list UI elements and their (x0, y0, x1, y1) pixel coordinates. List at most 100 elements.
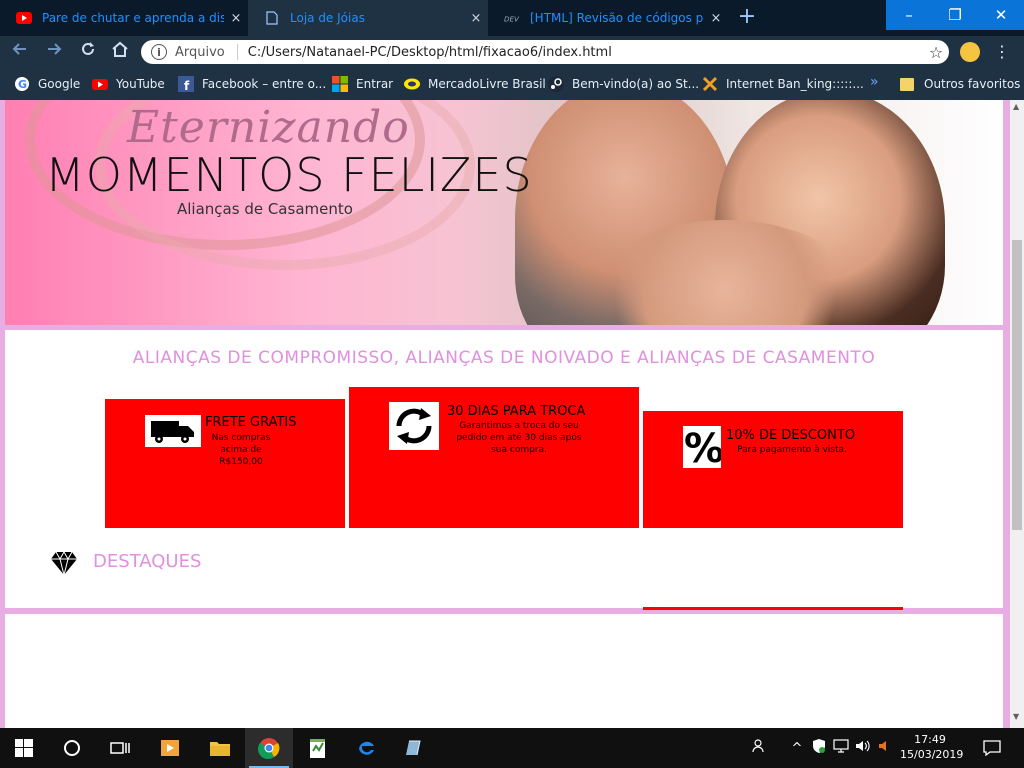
card-title: FRETE GRATIS (205, 415, 297, 430)
bookmark-entrar[interactable]: Entrar (332, 76, 393, 92)
reload-icon (82, 42, 94, 55)
svg-text:f: f (184, 79, 190, 92)
volume-muted-icon[interactable] (874, 739, 896, 757)
percent-icon: % (683, 426, 724, 472)
info-icon[interactable]: i (151, 44, 167, 60)
features-section: ALIANÇAS DE COMPROMISSO, ALIANÇAS DE NOI… (5, 330, 1003, 608)
svg-text:DEV: DEV (504, 15, 520, 23)
tab-close-button[interactable]: × (464, 11, 488, 26)
file-explorer-icon (210, 742, 230, 756)
taskbar-app-media[interactable] (146, 728, 194, 768)
forward-button[interactable] (42, 40, 66, 64)
tab-title: Loja de Jóias (290, 11, 365, 25)
tab-html-revisao[interactable]: DEV [HTML] Revisão de códigos para × (488, 0, 728, 36)
bookmark-label: MercadoLivre Brasil (428, 77, 546, 91)
bookmark-label: Facebook – entre o... (202, 77, 327, 91)
toolbar: i Arquivo C:/Users/Natanael-PC/Desktop/h… (0, 36, 1024, 68)
arrow-left-icon (12, 43, 26, 55)
address-bar[interactable]: i Arquivo C:/Users/Natanael-PC/Desktop/h… (141, 40, 949, 64)
tab-title: Pare de chutar e aprenda a displa (42, 11, 224, 25)
card-description: Garantimos a troca do seu pedido em até … (456, 421, 582, 455)
diamond-icon (49, 548, 79, 578)
bookmark-mercadolivre[interactable]: MercadoLivre Brasil (404, 76, 546, 92)
card-description: Para pagamento à vista. (737, 445, 847, 455)
restore-button[interactable]: ❐ (932, 0, 978, 30)
youtube-icon (16, 11, 32, 25)
facebook-icon: f (178, 76, 194, 93)
network-icon[interactable] (830, 739, 852, 757)
feature-card-frete: FRETE GRATIS Nas compras acima de R$150,… (105, 399, 345, 528)
section-title-destaques: DESTAQUES (93, 551, 202, 572)
notifications-button[interactable] (968, 728, 1016, 768)
notification-icon (983, 740, 1001, 756)
menu-icon[interactable]: ⋮ (994, 42, 1010, 62)
bookmark-youtube[interactable]: YouTube (92, 76, 165, 92)
logo-title: MOMENTOS FELIZES (45, 148, 533, 202)
mercadolivre-icon (404, 76, 420, 92)
page-scrollbar[interactable]: ▲ ▼ (1010, 100, 1024, 728)
taskbar-app-other[interactable] (390, 728, 438, 768)
system-tray: ^ (748, 728, 896, 768)
url-text[interactable]: C:/Users/Natanael-PC/Desktop/html/fixaca… (248, 45, 923, 60)
bookmark-label: Google (38, 77, 81, 91)
media-player-icon (161, 740, 179, 756)
bookmark-internet-banking[interactable]: Internet Ban_king:::::... (702, 76, 864, 92)
bookmark-label: YouTube (116, 77, 165, 91)
taskbar-app-explorer[interactable] (196, 728, 244, 768)
tab-close-button[interactable]: × (224, 11, 248, 26)
cortana-icon (64, 740, 80, 756)
logo-script: Eternizando (127, 102, 410, 153)
tab-loja-de-joias[interactable]: Loja de Jóias × (248, 0, 488, 36)
bookmark-label: Bem-vindo(a) ao St... (572, 77, 700, 91)
microsoft-icon (332, 76, 348, 92)
bookmark-steam[interactable]: Bem-vindo(a) ao St... (548, 76, 699, 92)
card-shadow-line (643, 607, 903, 610)
security-label: Arquivo (175, 44, 225, 60)
taskbar-app-edge[interactable] (342, 728, 390, 768)
back-button[interactable] (8, 40, 32, 64)
defender-shield-icon[interactable] (808, 738, 830, 758)
bank-icon (702, 76, 718, 92)
youtube-icon (92, 76, 108, 92)
home-icon (112, 41, 128, 57)
task-view-button[interactable] (96, 728, 144, 768)
task-view-icon (110, 742, 130, 754)
notepadpp-icon (310, 739, 325, 758)
start-button[interactable] (0, 728, 48, 768)
bookmark-google[interactable]: G Google (14, 76, 80, 92)
scroll-down-arrow-icon[interactable]: ▼ (1013, 712, 1019, 721)
reload-button[interactable] (76, 40, 100, 64)
new-tab-button[interactable]: + (734, 6, 760, 30)
truck-icon (145, 415, 201, 447)
home-button[interactable] (108, 40, 132, 64)
chrome-icon (258, 738, 280, 759)
volume-icon[interactable] (852, 739, 874, 757)
arrow-right-icon (48, 43, 62, 55)
windows-taskbar: ^ 17:49 15/03/2019 (0, 728, 1024, 768)
other-favorites[interactable]: Outros favoritos (900, 76, 1020, 92)
minimize-button[interactable]: – (886, 0, 932, 30)
more-bookmarks-button[interactable]: » (870, 74, 879, 90)
people-icon[interactable] (748, 738, 772, 758)
search-button[interactable] (48, 728, 96, 768)
tab-close-button[interactable]: × (704, 11, 728, 26)
tab-title: [HTML] Revisão de códigos para (530, 11, 704, 25)
taskbar-app-notepadpp[interactable] (294, 728, 342, 768)
folder-icon (900, 76, 916, 92)
scroll-up-arrow-icon[interactable]: ▲ (1013, 102, 1019, 111)
chevron-up-icon[interactable]: ^ (786, 741, 808, 756)
edge-icon (359, 741, 374, 755)
bookmark-star-icon[interactable]: ☆ (923, 43, 949, 62)
clock-date: 15/03/2019 (900, 748, 964, 761)
windows-start-icon (15, 739, 33, 757)
tab-youtube[interactable]: Pare de chutar e aprenda a displa × (0, 0, 248, 36)
bookmark-facebook[interactable]: f Facebook – entre o... (178, 76, 327, 93)
system-clock[interactable]: 17:49 15/03/2019 (900, 732, 964, 762)
clock-time: 17:49 (914, 733, 946, 746)
close-window-button[interactable]: ✕ (978, 0, 1024, 30)
products-section (5, 614, 1003, 728)
taskbar-app-chrome[interactable] (245, 728, 293, 768)
profile-avatar[interactable] (960, 42, 980, 62)
scroll-thumb[interactable] (1012, 240, 1022, 530)
app-icon (406, 740, 421, 756)
